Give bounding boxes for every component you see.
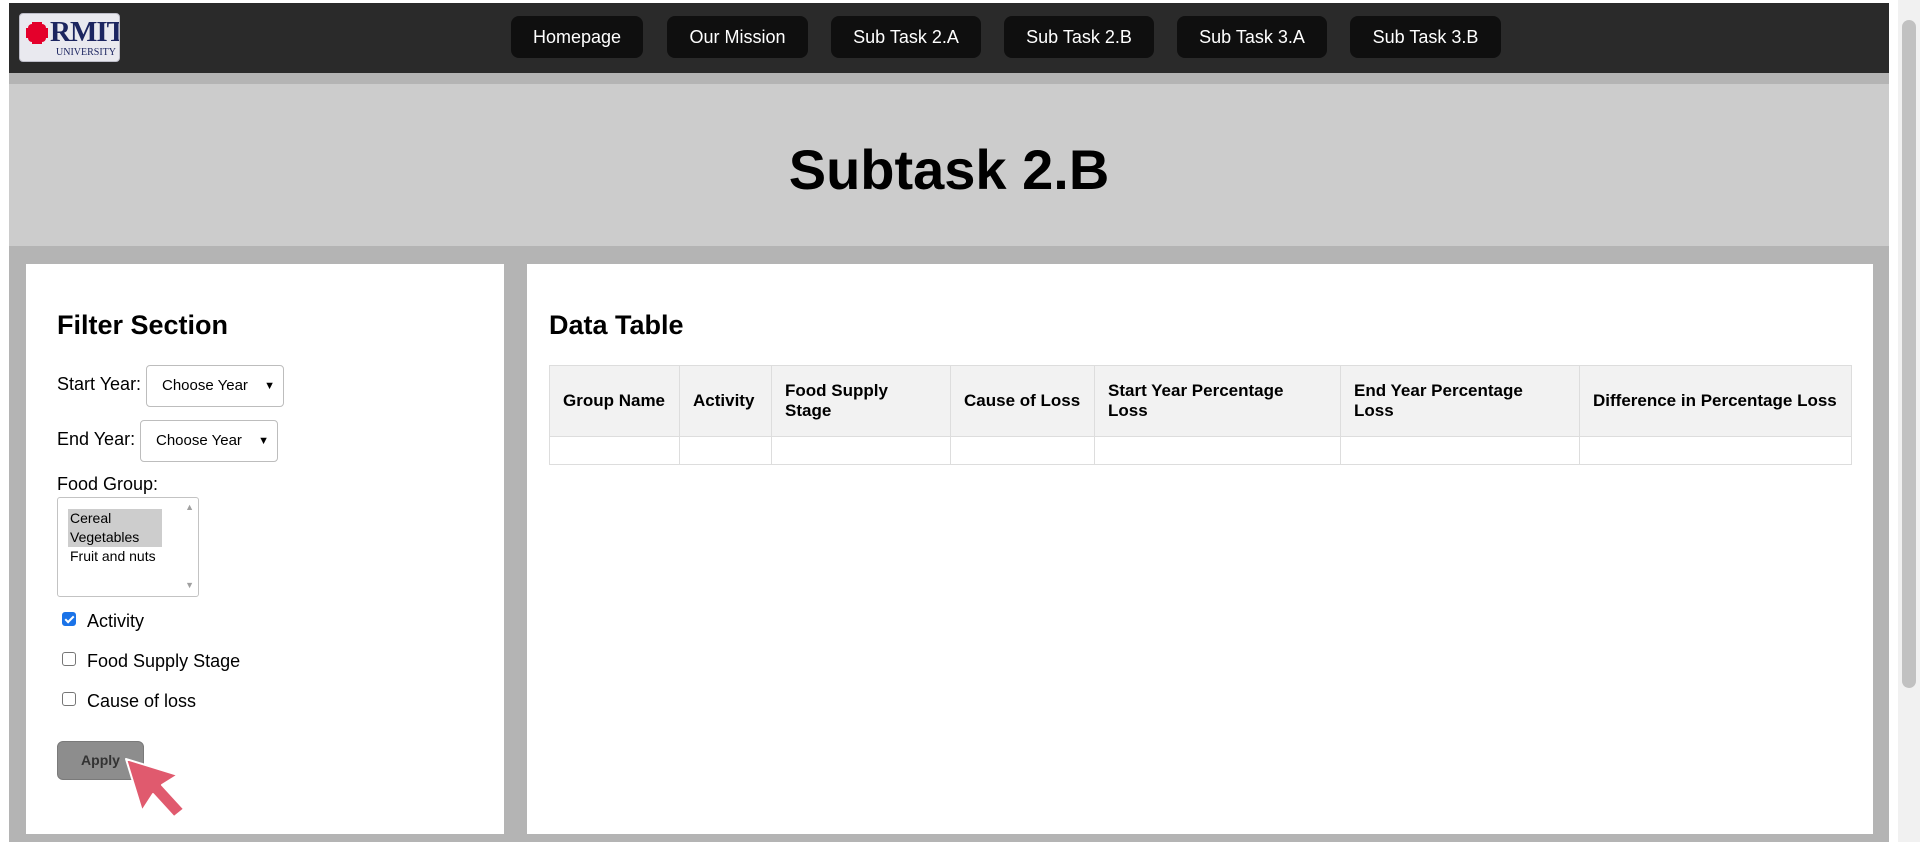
title-banner: Subtask 2.B [9, 84, 1889, 246]
page-title: Subtask 2.B [788, 138, 1110, 201]
pointer-arrow-icon [125, 758, 185, 818]
start-year-value: Choose Year [162, 377, 248, 394]
page-scrollbar[interactable] [1898, 0, 1920, 842]
table-header-row: Group Name Activity Food Supply Stage Ca… [549, 365, 1852, 437]
nav-our-mission[interactable]: Our Mission [667, 16, 808, 58]
chevron-down-icon: ▼ [258, 435, 269, 447]
filter-section: Filter Section Start Year: Choose Year ▼… [26, 264, 504, 834]
column-header-activity: Activity [679, 365, 772, 437]
column-header-difference-in-percentage-loss: Difference in Percentage Loss [1579, 365, 1852, 437]
nav-sub-task-2b[interactable]: Sub Task 2.B [1004, 16, 1154, 58]
chevron-down-icon: ▼ [264, 380, 275, 392]
nav-homepage[interactable]: Homepage [511, 16, 643, 58]
cause-of-loss-checkbox-label: Cause of loss [87, 691, 197, 711]
data-table-heading: Data Table [549, 310, 684, 340]
food-supply-stage-checkbox-label: Food Supply Stage [87, 651, 241, 671]
page-frame: RMIT UNIVERSITY Homepage Our Mission Sub… [9, 3, 1889, 842]
cause-of-loss-checkbox[interactable] [62, 692, 76, 706]
food-group-label: Food Group: [57, 474, 159, 494]
food-group-option-vegetables[interactable]: Vegetables [68, 528, 162, 547]
logo-subtext: UNIVERSITY [56, 47, 116, 58]
end-year-label: End Year: [57, 429, 136, 449]
nav-sub-task-3a[interactable]: Sub Task 3.A [1177, 16, 1327, 58]
column-header-end-year-percentage-loss: End Year Percentage Loss [1340, 365, 1580, 437]
column-header-cause-of-loss: Cause of Loss [950, 365, 1095, 437]
top-navbar: RMIT UNIVERSITY Homepage Our Mission Sub… [9, 3, 1889, 73]
scrollbar-thumb[interactable] [1902, 20, 1916, 688]
activity-checkbox-label: Activity [87, 611, 145, 631]
food-group-option-cereal[interactable]: Cereal [68, 509, 162, 528]
end-year-select[interactable]: Choose Year ▼ [140, 420, 278, 462]
table-cell [771, 436, 951, 465]
nav-sub-task-2a[interactable]: Sub Task 2.A [831, 16, 981, 58]
activity-checkbox[interactable] [62, 612, 76, 626]
table-cell [1340, 436, 1580, 465]
start-year-select[interactable]: Choose Year ▼ [146, 365, 284, 407]
column-header-food-supply-stage: Food Supply Stage [771, 365, 951, 437]
food-supply-stage-checkbox[interactable] [62, 652, 76, 666]
table-cell [1094, 436, 1341, 465]
scroll-up-icon[interactable]: ▲ [185, 502, 194, 512]
food-group-option-fruit-and-nuts[interactable]: Fruit and nuts [68, 547, 162, 566]
filter-heading: Filter Section [57, 310, 229, 340]
table-row [549, 436, 1852, 465]
table-cell [1579, 436, 1852, 465]
data-table-section: Data Table Group Name Activity Food Supp… [527, 264, 1873, 834]
column-header-group-name: Group Name [549, 365, 680, 437]
scroll-down-icon[interactable]: ▼ [185, 580, 194, 590]
column-header-start-year-percentage-loss: Start Year Percentage Loss [1094, 365, 1341, 437]
start-year-label: Start Year: [57, 374, 142, 394]
food-group-listbox[interactable]: Cereal Vegetables Fruit and nuts ▲ ▼ [57, 497, 199, 597]
end-year-value: Choose Year [156, 432, 242, 449]
logo-word: RMIT [50, 16, 120, 48]
rmit-logo[interactable]: RMIT UNIVERSITY [19, 13, 120, 62]
rmit-logo-icon [26, 22, 48, 44]
table-cell [549, 436, 680, 465]
nav-sub-task-3b[interactable]: Sub Task 3.B [1350, 16, 1501, 58]
table-cell [679, 436, 772, 465]
table-cell [950, 436, 1095, 465]
data-table: Group Name Activity Food Supply Stage Ca… [549, 365, 1852, 465]
